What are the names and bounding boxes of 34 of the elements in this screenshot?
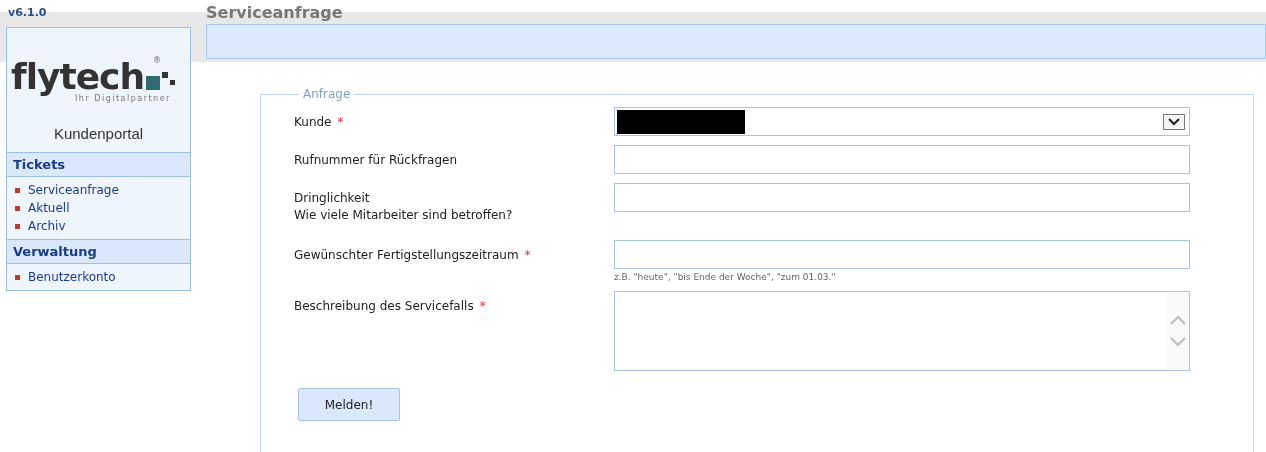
version-label: v6.1.0 [7,5,48,21]
section-header: Tickets [7,152,190,177]
logo-wordmark: flytech [11,58,145,96]
input-field[interactable] [614,240,1190,269]
caret-icon[interactable] [1163,113,1185,130]
text-area[interactable] [614,291,1190,371]
field-label: Rufnummer für Rückfragen [294,152,458,169]
field-label: Dringlichkeit [294,190,371,207]
scroll-up-icon[interactable] [1170,315,1186,325]
logo-tagline: Ihr Digitalpartner [75,94,171,103]
portal-name: Kundenportal [52,124,145,144]
nav-link[interactable]: Benutzerkonto [15,270,184,284]
customer-select[interactable] [614,107,1190,136]
submit-button[interactable]: Melden! [298,388,400,421]
nav-link[interactable]: Serviceanfrage [15,183,184,197]
registered-mark: ® [153,56,161,65]
bullet-icon [15,274,20,280]
bullet-icon [15,187,20,193]
nav-link[interactable]: Aktuell [15,201,184,215]
fieldset-legend: Anfrage [299,87,355,101]
field-label: Kunde * [294,114,345,131]
input-field[interactable] [614,145,1190,174]
scroll-down-icon[interactable] [1170,337,1186,347]
input-field[interactable] [614,183,1190,212]
section-header: Verwaltung [7,239,190,264]
field-label: Beschreibung des Servicefalls * [294,298,487,315]
hint-text: z.B. "heute", "bis Ende der Woche", "zum 01.03." [614,272,837,282]
field-sublabel: Wie viele Mitarbeiter sind betroffen? [294,207,514,224]
page-title: Serviceanfrage [206,2,344,24]
logo-squares-icon [146,70,177,92]
bullet-icon [15,205,20,211]
bullet-icon [15,223,20,229]
field-label: Gewünschter Fertigstellungszeitraum * [294,247,532,264]
nav-link[interactable]: Archiv [15,219,184,233]
